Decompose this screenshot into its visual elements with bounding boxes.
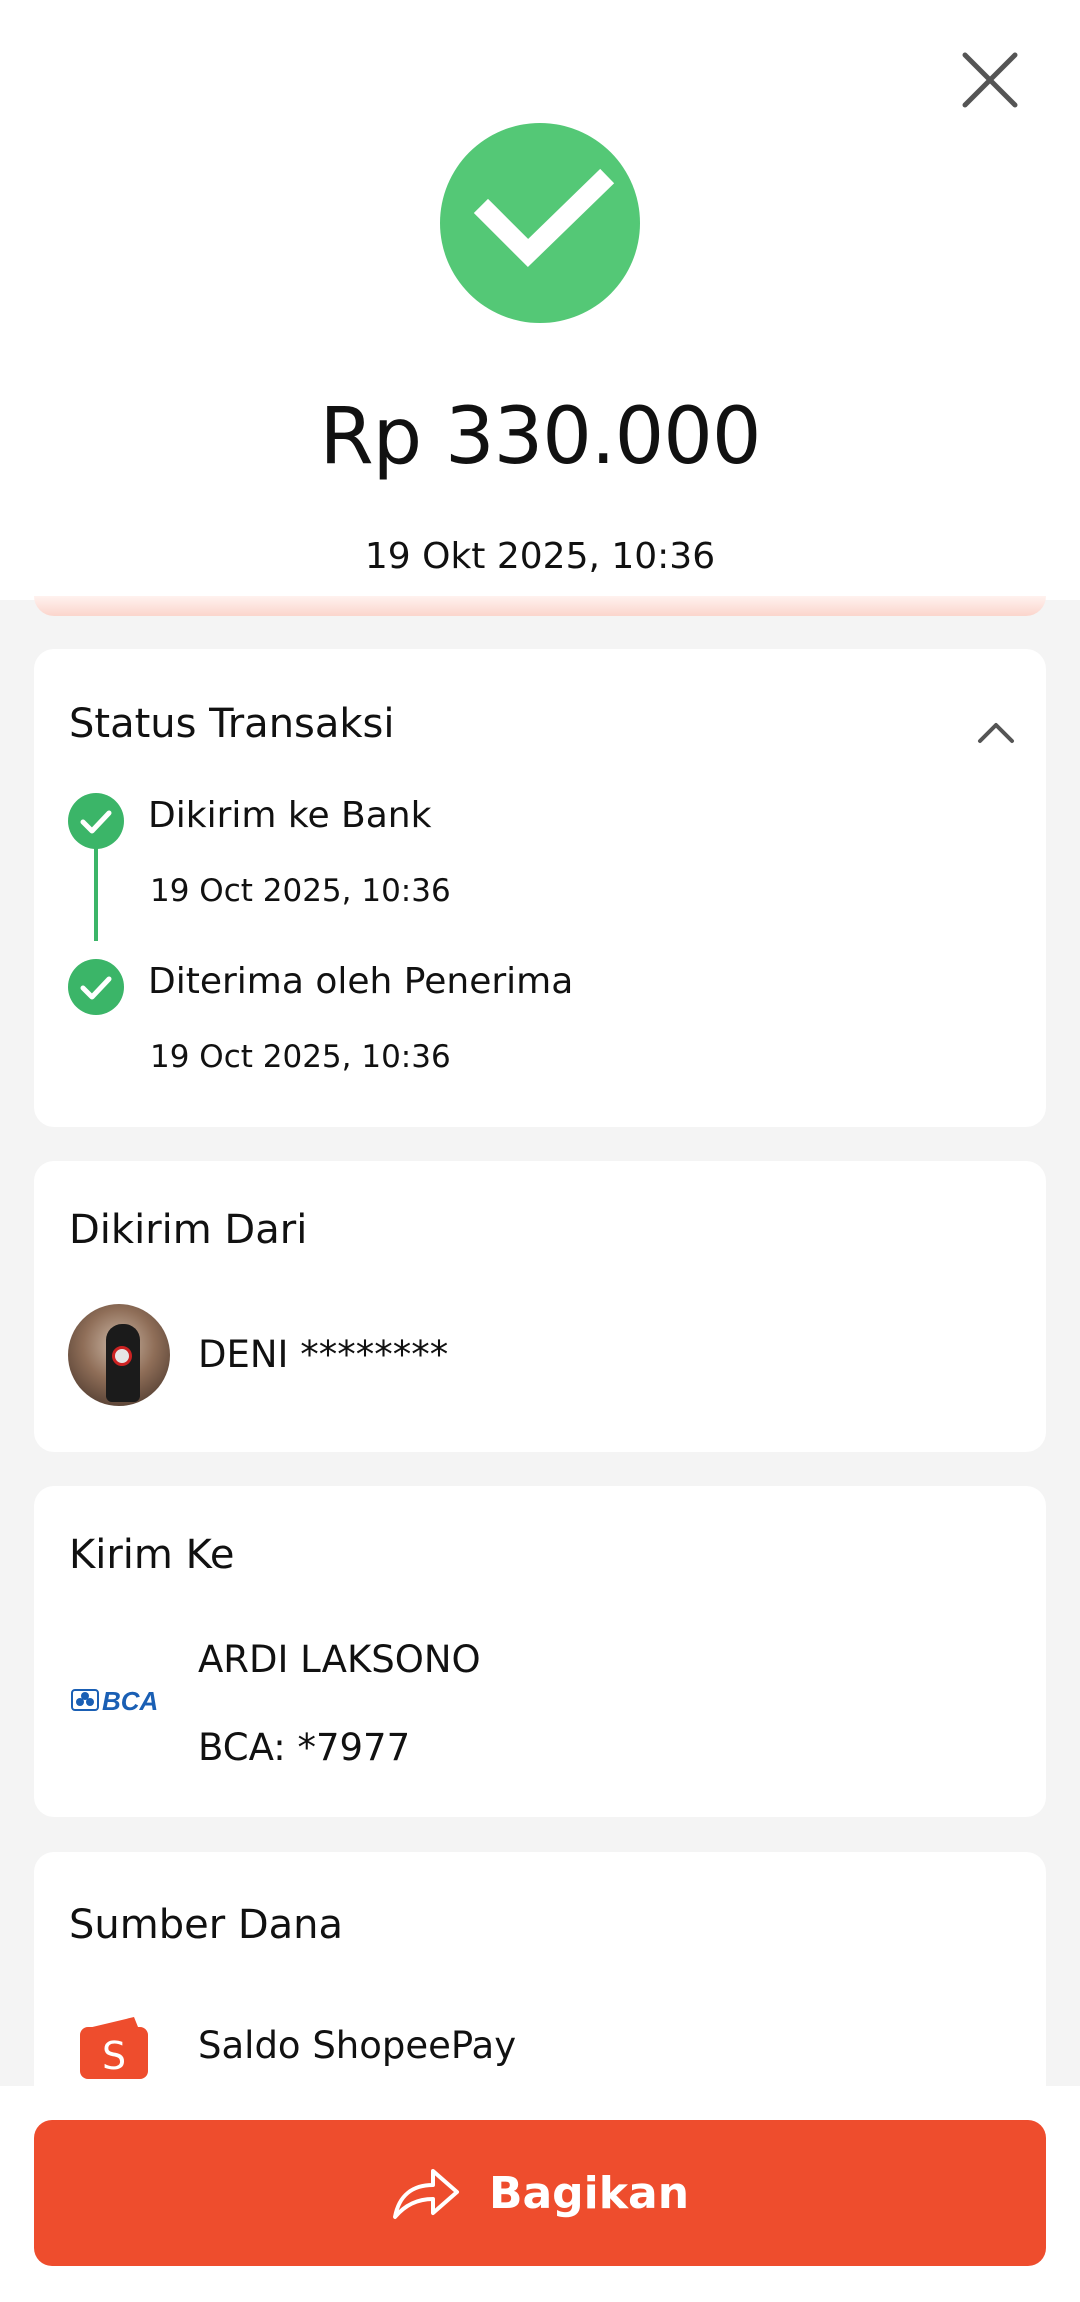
- transaction-datetime: 19 Okt 2025, 10:36: [364, 536, 716, 577]
- recipient-title: Kirim Ke: [69, 1532, 235, 1578]
- receipt-header: Rp 330.000 19 Okt 2025, 10:36: [0, 0, 1080, 600]
- avatar: [68, 1304, 170, 1406]
- svg-text:BCA: BCA: [102, 1686, 158, 1716]
- status-card: Status Transaksi Dikirim ke Bank 19 Oct …: [34, 649, 1046, 1127]
- source-title: Sumber Dana: [69, 1902, 344, 1948]
- step-label: Diterima oleh Penerima: [148, 961, 574, 1002]
- recipient-card: Kirim Ke BCA ARDI LAKSONO BCA: *7977: [34, 1486, 1046, 1817]
- bca-logo: BCA: [71, 1686, 158, 1716]
- bottom-bar: Bagikan: [0, 2086, 1080, 2302]
- transaction-amount: Rp 330.000: [319, 392, 761, 482]
- recipient-account: BCA: *7977: [198, 1726, 411, 1769]
- share-arrow-icon: [392, 2169, 459, 2219]
- sender-name: DENI ********: [198, 1333, 449, 1376]
- sender-title: Dikirim Dari: [69, 1207, 308, 1253]
- step-label: Dikirim ke Bank: [148, 795, 432, 836]
- chevron-up-icon[interactable]: [974, 717, 1018, 747]
- step-time: 19 Oct 2025, 10:36: [150, 1039, 451, 1075]
- sender-card: Dikirim Dari DENI ********: [34, 1161, 1046, 1452]
- share-button[interactable]: Bagikan: [34, 2120, 1046, 2266]
- step-check-icon: [68, 959, 124, 1015]
- status-title: Status Transaksi: [69, 701, 395, 747]
- share-label: Bagikan: [488, 2167, 690, 2219]
- step-check-icon: [68, 793, 124, 849]
- check-circle-icon: [440, 123, 640, 323]
- header-divider: [34, 596, 1046, 616]
- shopeepay-wallet-icon: S: [80, 2017, 148, 2079]
- recipient-name: ARDI LAKSONO: [198, 1638, 481, 1681]
- step-time: 19 Oct 2025, 10:36: [150, 873, 451, 909]
- close-icon[interactable]: [955, 45, 1025, 115]
- svg-text:S: S: [102, 2034, 126, 2078]
- source-name: Saldo ShopeePay: [198, 2024, 517, 2067]
